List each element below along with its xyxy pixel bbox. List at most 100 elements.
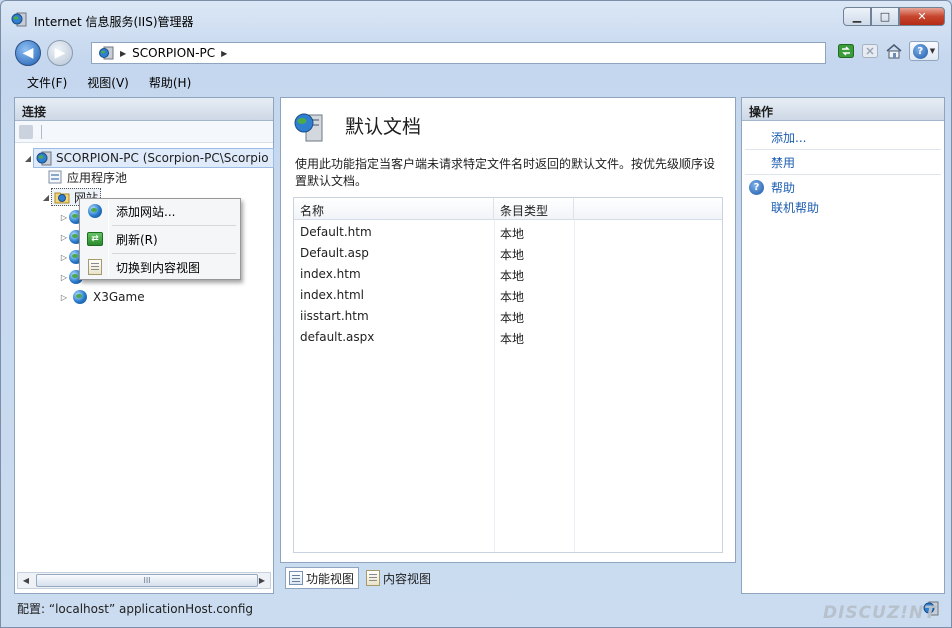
action-help-link[interactable]: 帮助 [771,179,795,196]
iis-app-icon [11,12,27,27]
context-item-add-site[interactable]: 添加网站... [82,199,238,223]
connect-icon[interactable] [19,124,33,139]
breadcrumb-server[interactable]: SCORPION-PC [132,46,215,60]
minimize-button[interactable]: ▁ [843,7,871,26]
context-item-refresh[interactable]: ⇄ 刷新(R) [82,227,238,251]
tab-label-content[interactable]: 内容视图 [383,570,431,587]
menu-help[interactable]: 帮助(H) [139,71,201,93]
action-add-link[interactable]: 添加... [771,129,806,146]
window-title: Internet 信息服务(IIS)管理器 [34,15,194,29]
actions-divider [745,149,941,150]
tree-label-app-pools[interactable]: 应用程序池 [67,169,127,186]
action-disable[interactable]: 禁用 [742,152,942,172]
menu-view[interactable]: 视图(V) [77,71,139,93]
row-name: iisstart.htm [300,309,369,323]
feature-description: 使用此功能指定当客户端未请求特定文件名时返回的默认文件。按优先级顺序设置默认文档… [295,157,716,188]
row-type: 本地 [500,269,525,283]
stop-icon[interactable] [861,42,879,60]
list-row[interactable]: index.htm 本地 [294,264,722,285]
address-bar[interactable]: ▶ SCORPION-PC ▶ [91,42,826,64]
tab-content-view[interactable]: 内容视图 [363,567,435,589]
close-button[interactable]: ✕ [899,7,945,26]
tab-label-features[interactable]: 功能视图 [306,570,354,587]
tab-features-view[interactable]: 功能视图 [285,567,360,589]
add-website-icon [88,204,102,218]
row-type: 本地 [500,227,525,241]
refresh-icon: ⇄ [87,232,103,246]
app-pool-icon [48,170,62,184]
expand-arrow-icon[interactable]: ▷ [59,273,69,282]
expand-arrow-icon[interactable]: ▷ [59,293,69,302]
expand-arrow-icon[interactable]: ▷ [59,213,69,222]
row-type: 本地 [500,311,525,325]
list-row[interactable]: default.aspx 本地 [294,327,722,348]
tree-label-server[interactable]: SCORPION-PC (Scorpion-PC\Scorpio [56,151,269,165]
breadcrumb-arrow-icon[interactable]: ▶ [221,49,227,58]
tree-label-x3game[interactable]: X3Game [93,290,145,304]
back-button[interactable]: ◀ [15,40,41,66]
refresh-icon[interactable] [837,42,855,60]
action-online-help-link[interactable]: 联机帮助 [771,199,819,216]
breadcrumb-arrow-icon[interactable]: ▶ [120,49,126,58]
connections-panel: 连接 ◢ SCORPION-PC (Scorpion-PC\Scorpio 应用… [14,97,274,594]
column-header-name[interactable]: 名称 [294,198,494,220]
menu-separator [112,225,236,226]
server-icon [99,46,114,60]
row-type: 本地 [500,332,525,346]
watermark-logo: DISCUZ!NT [823,603,937,623]
title-bar: Internet 信息服务(IIS)管理器 ▁ □ ✕ [1,1,951,35]
collapse-arrow-icon[interactable]: ◢ [41,193,51,202]
tree-node-app-pools[interactable]: 应用程序池 [45,167,127,187]
row-name: Default.asp [300,246,369,260]
row-name: Default.htm [300,225,372,239]
iis-manager-window: Internet 信息服务(IIS)管理器 ▁ □ ✕ ◀ ▶ ▶ SCORPI… [0,0,952,628]
menu-bar: 文件(F) 视图(V) 帮助(H) [9,71,943,93]
features-view-icon [289,571,303,585]
scroll-right-icon[interactable]: ▶ [254,573,270,588]
actions-divider [745,174,941,175]
action-help[interactable]: ? 帮助 [742,177,942,197]
default-document-icon [294,113,323,142]
action-disable-link[interactable]: 禁用 [771,154,795,171]
home-icon[interactable] [885,42,903,60]
feature-panel: 默认文档 使用此功能指定当客户端未请求特定文件名时返回的默认文件。按优先级顺序设… [280,97,736,563]
server-icon [36,151,52,166]
context-label-content-view[interactable]: 切换到内容视图 [116,259,200,276]
sites-folder-icon [54,192,70,204]
context-label-add-site[interactable]: 添加网站... [116,203,175,220]
help-dropdown-button[interactable]: ? ▼ [909,41,939,61]
view-tabs: 功能视图 内容视图 [285,567,435,589]
content-view-icon [366,570,381,586]
horizontal-scrollbar[interactable]: ◀ III ▶ [17,572,271,589]
context-item-content-view[interactable]: 切换到内容视图 [82,255,238,279]
list-row[interactable]: Default.asp 本地 [294,243,722,264]
maximize-button[interactable]: □ [871,7,899,26]
context-label-refresh[interactable]: 刷新(R) [116,231,158,248]
expand-arrow-icon[interactable]: ▷ [59,253,69,262]
help-icon: ? [912,43,928,59]
forward-button[interactable]: ▶ [47,40,73,66]
row-type: 本地 [500,248,525,262]
expand-arrow-icon[interactable]: ▷ [59,233,69,242]
tree-node-server[interactable]: ◢ SCORPION-PC (Scorpion-PC\Scorpio [23,148,274,168]
action-online-help[interactable]: 联机帮助 [742,197,942,217]
menu-file[interactable]: 文件(F) [9,71,77,93]
list-row[interactable]: index.html 本地 [294,285,722,306]
column-header-type[interactable]: 条目类型 [494,198,574,220]
actions-header: 操作 [742,98,944,121]
collapse-arrow-icon[interactable]: ◢ [23,154,33,163]
connections-toolbar [15,121,273,143]
list-row[interactable]: iisstart.htm 本地 [294,306,722,327]
default-documents-list[interactable]: 名称 条目类型 Default.htm 本地 Default.asp 本地 in… [293,197,723,553]
row-name: default.aspx [300,330,375,344]
list-row[interactable]: Default.htm 本地 [294,222,722,243]
toolbar-divider [41,124,42,139]
action-add[interactable]: 添加... [742,127,942,147]
scrollbar-thumb[interactable]: III [36,574,258,587]
context-menu: 添加网站... ⇄ 刷新(R) 切换到内容视图 [79,198,241,280]
menu-separator [112,253,236,254]
tree-node-x3game[interactable]: ▷ X3Game [59,287,145,307]
scroll-left-icon[interactable]: ◀ [18,573,34,588]
chevron-down-icon: ▼ [929,47,936,55]
row-name: index.html [300,288,364,302]
